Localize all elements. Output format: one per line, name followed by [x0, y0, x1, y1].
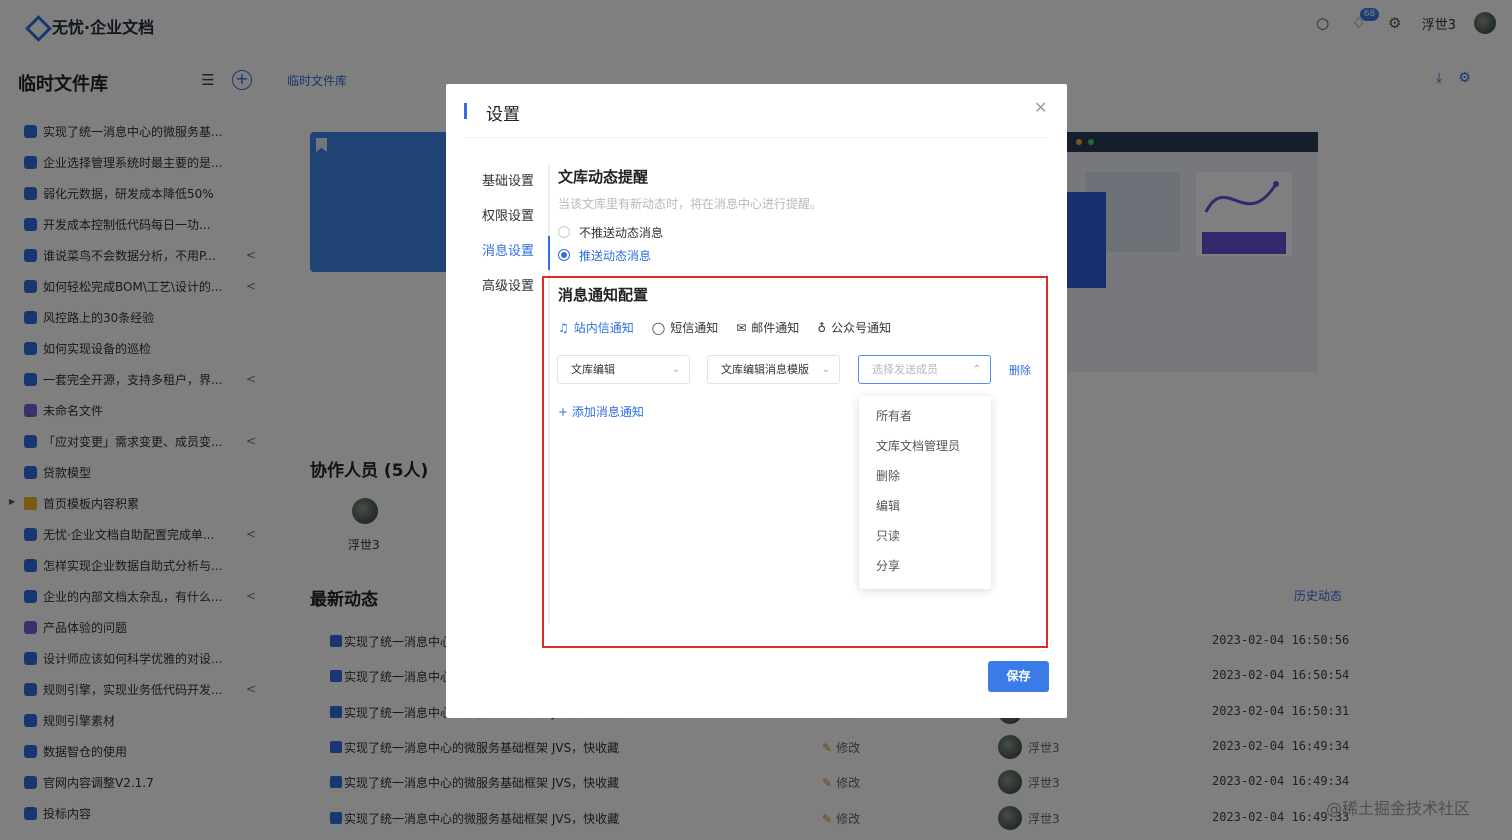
- settings-dialog: 设置 ✕ 基础设置 权限设置 消息设置 高级设置 文库动态提醒 当该文库里有新动…: [446, 84, 1067, 718]
- dropdown-option[interactable]: 只读: [859, 524, 991, 554]
- delete-link[interactable]: 删除: [1009, 362, 1031, 378]
- template-select-value: 文库编辑消息模版: [721, 363, 809, 376]
- chevron-up-icon: ⌃: [972, 364, 981, 375]
- microphone-icon: ♁: [817, 320, 827, 335]
- radio-icon[interactable]: [558, 226, 570, 238]
- radio-push[interactable]: 推送动态消息: [558, 246, 651, 264]
- radio-checked-icon[interactable]: [558, 249, 570, 261]
- radio-push-label: 推送动态消息: [579, 248, 652, 263]
- tab-site-message-label: 站内信通知: [573, 321, 634, 335]
- add-notification-link[interactable]: + 添加消息通知: [558, 403, 644, 420]
- tab-sms[interactable]: ◯ 短信通知: [652, 319, 718, 336]
- dropdown-option[interactable]: 文库文档管理员: [859, 434, 991, 464]
- tab-wechat-label: 公众号通知: [831, 321, 892, 335]
- tab-email[interactable]: ✉ 邮件通知: [736, 319, 799, 336]
- radio-no-push-label: 不推送动态消息: [579, 225, 664, 240]
- dialog-header: 设置: [464, 100, 1048, 138]
- section-title: 文库动态提醒: [558, 168, 649, 186]
- plus-icon: +: [558, 405, 569, 419]
- chevron-down-icon: ⌄: [671, 364, 680, 375]
- close-icon[interactable]: ✕: [1034, 98, 1047, 117]
- tab-sms-label: 短信通知: [670, 321, 719, 335]
- notification-tabs: ♫ 站内信通知 ◯ 短信通知 ✉ 邮件通知 ♁ 公众号通知: [558, 319, 891, 336]
- dialog-title: 设置: [486, 105, 520, 125]
- save-button[interactable]: 保存: [988, 661, 1049, 692]
- template-select[interactable]: 文库编辑消息模版 ⌄: [707, 355, 840, 384]
- add-notification-label: 添加消息通知: [571, 405, 644, 419]
- members-select[interactable]: 选择发送成员 ⌃: [858, 355, 991, 384]
- members-select-placeholder: 选择发送成员: [872, 363, 938, 376]
- tab-wechat[interactable]: ♁ 公众号通知: [817, 319, 891, 336]
- config-title: 消息通知配置: [558, 286, 649, 304]
- dropdown-option[interactable]: 删除: [859, 464, 991, 494]
- title-accent: [464, 103, 467, 119]
- dropdown-option[interactable]: 分享: [859, 554, 991, 584]
- section-description: 当该文库里有新动态时，将在消息中心进行提醒。: [558, 197, 823, 211]
- event-select-value: 文库编辑: [571, 363, 615, 376]
- radio-no-push[interactable]: 不推送动态消息: [558, 223, 663, 241]
- bell-icon: ♫: [558, 320, 569, 335]
- chat-icon: ◯: [651, 320, 666, 335]
- tab-site-message[interactable]: ♫ 站内信通知: [558, 319, 634, 336]
- dropdown-option[interactable]: 编辑: [859, 494, 991, 524]
- chevron-down-icon: ⌄: [821, 364, 830, 375]
- event-select[interactable]: 文库编辑 ⌄: [557, 355, 690, 384]
- dropdown-option[interactable]: 所有者: [859, 404, 991, 434]
- members-dropdown: 所有者 文库文档管理员 删除 编辑 只读 分享: [859, 396, 991, 589]
- tab-email-label: 邮件通知: [751, 321, 800, 335]
- mail-icon: ✉: [736, 320, 747, 335]
